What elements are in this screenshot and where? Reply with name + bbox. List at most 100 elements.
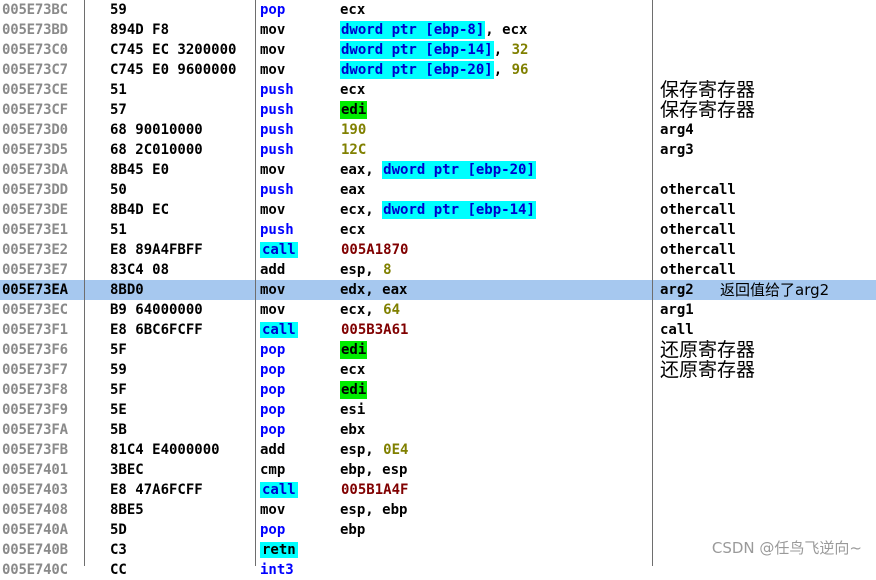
address-cell: 005E73DE <box>2 202 68 218</box>
hex-bytes-cell: 8B4D EC <box>110 202 170 218</box>
comment-cell <box>660 420 874 440</box>
instruction-row[interactable]: 005E73C0 C745 EC 3200000 mov dword ptr [ebp… <box>0 40 876 60</box>
comment-cell <box>660 500 874 520</box>
mnemonic-cell: call <box>260 240 338 260</box>
address-cell: 005E73F8 <box>2 382 68 398</box>
comment-cell: othercall <box>660 242 736 258</box>
instruction-row[interactable]: 005E73CE 51 push ecx 保存寄存器 <box>0 80 876 100</box>
call-target: 005B1A4F <box>341 482 409 498</box>
hex-bytes-cell: 8BD0 <box>110 282 144 298</box>
hex-bytes-cell: 50 <box>110 182 127 198</box>
mnemonic-cell: push <box>260 100 338 120</box>
operand-text: ecx, <box>340 202 383 218</box>
hex-bytes-cell: E8 89A4FBFF <box>110 242 203 258</box>
operands-cell: dword ptr [ebp-20], 96 <box>340 60 652 80</box>
comment-cell: othercall <box>660 182 736 198</box>
instruction-row[interactable]: 005E73FB 81C4 E4000000 add esp, 0E4 <box>0 440 876 460</box>
memory-operand: dword ptr [ebp-20] <box>340 61 494 79</box>
memory-operand: dword ptr [ebp-20] <box>382 161 536 179</box>
mnemonic-cell: push <box>260 80 338 100</box>
hex-bytes-cell: 3BEC <box>110 462 144 478</box>
instruction-row[interactable]: 005E73E7 83C4 08 add esp, 8 othercall <box>0 260 876 280</box>
instruction-row[interactable]: 005E73BD 894D F8 mov dword ptr [ebp-8], ecx <box>0 20 876 40</box>
hex-bytes-cell: 68 2C010000 <box>110 142 203 158</box>
instruction-row[interactable]: 005E73BC 59 pop ecx <box>0 0 876 20</box>
mnemonic: call <box>260 322 298 338</box>
mnemonic: pop <box>260 402 286 418</box>
instruction-row[interactable]: 005E73CF 57 push edi 保存寄存器 <box>0 100 876 120</box>
comment-cell <box>660 400 874 420</box>
hex-bytes-cell: 5D <box>110 522 127 538</box>
mnemonic-cell: mov <box>260 40 338 60</box>
mnemonic: pop <box>260 522 286 538</box>
instruction-row[interactable]: 005E73F6 5F pop edi 还原寄存器 <box>0 340 876 360</box>
instruction-row[interactable]: 005E73D0 68 90010000 push 190 arg4 <box>0 120 876 140</box>
mnemonic-cell: add <box>260 260 338 280</box>
instruction-row[interactable]: 005E73F1 E8 6BC6FCFF call 005B3A61 call <box>0 320 876 340</box>
mnemonic-cell: pop <box>260 340 338 360</box>
instruction-row[interactable]: 005E73D5 68 2C010000 push 12C arg3 <box>0 140 876 160</box>
hex-bytes-cell: C745 EC 3200000 <box>110 42 237 58</box>
operands-cell: 190 <box>340 120 652 140</box>
mnemonic: push <box>260 122 294 138</box>
mnemonic: mov <box>260 42 286 58</box>
instruction-row[interactable]: 005E73F7 59 pop ecx 还原寄存器 <box>0 360 876 380</box>
mnemonic: push <box>260 222 294 238</box>
operands-cell: edx, eax <box>340 280 652 300</box>
immediate-operand: 190 <box>341 122 367 138</box>
instruction-row[interactable]: 005E73E2 E8 89A4FBFF call 005A1870 othercall <box>0 240 876 260</box>
operand-text: ecx <box>340 362 366 378</box>
instruction-row[interactable]: 005E740C CC int3 <box>0 560 876 580</box>
hex-bytes-cell: 57 <box>110 102 127 118</box>
comment-cell <box>660 60 874 80</box>
selected-instruction-row[interactable]: 005E73EA 8BD0 mov edx, eax arg2 返回值给了arg2 <box>0 280 876 300</box>
mnemonic-cell: cmp <box>260 460 338 480</box>
instruction-row[interactable]: 005E7401 3BEC cmp ebp, esp <box>0 460 876 480</box>
mnemonic: push <box>260 102 294 118</box>
mnemonic: retn <box>260 542 298 558</box>
instruction-row[interactable]: 005E73F8 5F pop edi <box>0 380 876 400</box>
address-cell: 005E73BD <box>2 22 68 38</box>
disassembly-listing[interactable]: 005E73BC 59 pop ecx 005E73BD 894D F8 mov dword … <box>0 0 876 578</box>
operand-text: ebx <box>340 422 366 438</box>
hex-bytes-cell: 8B45 E0 <box>110 162 170 178</box>
immediate-operand: 96 <box>511 62 529 78</box>
instruction-row[interactable]: 005E73DE 8B4D EC mov ecx, dword ptr [ebp-14… <box>0 200 876 220</box>
operand-text: esp, <box>340 442 383 458</box>
hex-bytes-cell: 51 <box>110 82 127 98</box>
hex-bytes-cell: E8 47A6FCFF <box>110 482 203 498</box>
instruction-row[interactable]: 005E73F9 5E pop esi <box>0 400 876 420</box>
immediate-operand: 32 <box>511 42 529 58</box>
comment-cell <box>660 460 874 480</box>
address-cell: 005E73DD <box>2 182 68 198</box>
operand-text: eax, <box>340 162 383 178</box>
instruction-row[interactable]: 005E73DD 50 push eax othercall <box>0 180 876 200</box>
mnemonic-cell: push <box>260 120 338 140</box>
comment-cell <box>660 480 874 500</box>
instruction-row[interactable]: 005E73E1 51 push ecx othercall <box>0 220 876 240</box>
comment-cell: othercall <box>660 222 736 238</box>
instruction-row[interactable]: 005E7403 E8 47A6FCFF call 005B1A4F <box>0 480 876 500</box>
instruction-row[interactable]: 005E7408 8BE5 mov esp, ebp <box>0 500 876 520</box>
operand-text: , <box>493 62 511 78</box>
comment-cell: othercall <box>660 262 736 278</box>
operands-cell: 12C <box>340 140 652 160</box>
mnemonic-cell: mov <box>260 60 338 80</box>
address-cell: 005E73E7 <box>2 262 68 278</box>
instruction-row[interactable]: 005E73EC B9 64000000 mov ecx, 64 arg1 <box>0 300 876 320</box>
comment-cell: 还原寄存器 <box>660 340 756 360</box>
address-cell: 005E73F1 <box>2 322 68 338</box>
mnemonic-cell: pop <box>260 0 338 20</box>
mnemonic-cell: add <box>260 440 338 460</box>
operands-cell: eax <box>340 180 652 200</box>
instruction-row[interactable]: 005E73DA 8B45 E0 mov eax, dword ptr [ebp-20… <box>0 160 876 180</box>
operands-cell: edi <box>340 100 652 120</box>
operands-cell: edi <box>340 380 652 400</box>
operands-cell: eax, dword ptr [ebp-20] <box>340 160 652 180</box>
comment-cell: othercall <box>660 202 736 218</box>
annotation-note: 返回值给了arg2 <box>720 281 830 299</box>
hex-bytes-cell: E8 6BC6FCFF <box>110 322 203 338</box>
instruction-row[interactable]: 005E73FA 5B pop ebx <box>0 420 876 440</box>
operands-cell: esp, 0E4 <box>340 440 652 460</box>
instruction-row[interactable]: 005E73C7 C745 E0 9600000 mov dword ptr [ebp… <box>0 60 876 80</box>
